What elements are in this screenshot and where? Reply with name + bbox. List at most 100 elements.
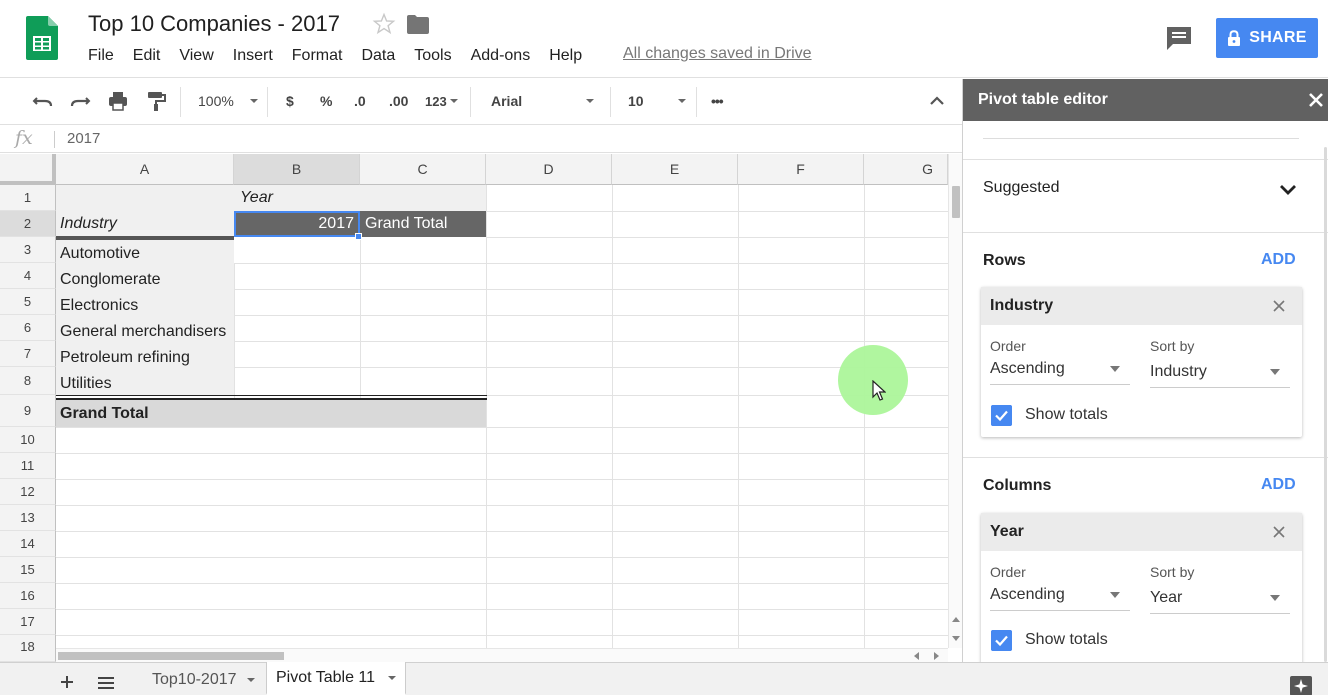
- menu-help[interactable]: Help: [549, 46, 582, 68]
- rows-show-totals-label[interactable]: Show totals: [1025, 406, 1108, 424]
- add-sheet-icon[interactable]: [60, 675, 74, 689]
- row-header[interactable]: 10: [0, 427, 56, 453]
- column-header-a[interactable]: A: [56, 154, 234, 185]
- rows-order-select[interactable]: Ascending: [990, 353, 1130, 385]
- chevron-down-icon[interactable]: [246, 677, 255, 682]
- sheet-tab-pivot-table-11[interactable]: Pivot Table 11: [266, 662, 406, 695]
- menu-view[interactable]: View: [179, 46, 213, 68]
- collapse-toolbar-button[interactable]: [928, 89, 946, 113]
- percent-format-button[interactable]: %: [320, 89, 332, 113]
- menu-format[interactable]: Format: [292, 46, 343, 68]
- row-header[interactable]: 16: [0, 583, 56, 609]
- row-header[interactable]: 2: [0, 211, 56, 237]
- columns-add-button[interactable]: ADD: [1261, 476, 1296, 494]
- decrease-decimals-button[interactable]: .0: [354, 89, 366, 113]
- increase-decimals-button[interactable]: .00: [389, 89, 408, 113]
- row-header[interactable]: 3: [0, 237, 56, 263]
- row-header[interactable]: 12: [0, 479, 56, 505]
- row-header[interactable]: 9: [0, 395, 56, 427]
- column-header-e[interactable]: E: [612, 154, 738, 185]
- rows-sort-by-select[interactable]: Industry: [1150, 356, 1290, 388]
- row-header[interactable]: 11: [0, 453, 56, 479]
- formula-input[interactable]: 2017: [67, 130, 100, 147]
- spreadsheet-grid[interactable]: A B C D E F G 1 2 3 4 5 6 7 8 9 10 11 12…: [0, 154, 948, 662]
- all-sheets-icon[interactable]: [97, 676, 115, 690]
- row-header[interactable]: 13: [0, 505, 56, 531]
- star-icon[interactable]: [372, 12, 396, 36]
- row-header[interactable]: 8: [0, 367, 56, 395]
- row-header[interactable]: 6: [0, 315, 56, 341]
- row-header[interactable]: 18: [0, 635, 56, 662]
- row-header[interactable]: 5: [0, 289, 56, 315]
- cell-a7[interactable]: Petroleum refining: [56, 345, 194, 371]
- remove-field-icon[interactable]: [1272, 299, 1286, 313]
- columns-show-totals-checkbox[interactable]: [991, 630, 1012, 651]
- pivot-editor-scrollbar[interactable]: [1324, 147, 1327, 662]
- row-header[interactable]: 7: [0, 341, 56, 367]
- folder-icon[interactable]: [406, 14, 430, 36]
- horizontal-scroll-thumb[interactable]: [58, 652, 284, 660]
- undo-button[interactable]: [32, 89, 54, 113]
- row-header[interactable]: 4: [0, 263, 56, 289]
- cell-a6[interactable]: General merchandisers: [56, 319, 230, 345]
- explore-button[interactable]: [1290, 676, 1312, 695]
- remove-field-icon[interactable]: [1272, 525, 1286, 539]
- cell-a4[interactable]: Conglomerate: [56, 267, 165, 293]
- redo-button[interactable]: [69, 89, 91, 113]
- columns-show-totals-label[interactable]: Show totals: [1025, 631, 1108, 649]
- column-header-c[interactable]: C: [360, 154, 486, 185]
- font-family-select[interactable]: Arial: [491, 89, 594, 113]
- zoom-select[interactable]: 100%: [198, 89, 258, 113]
- cell-a5[interactable]: Electronics: [56, 293, 142, 319]
- column-header-g[interactable]: G: [864, 154, 948, 185]
- select-all-corner[interactable]: [0, 154, 56, 185]
- menu-data[interactable]: Data: [361, 46, 395, 68]
- chevron-down-icon[interactable]: [1279, 183, 1297, 197]
- saved-status-link[interactable]: All changes saved in Drive: [623, 45, 812, 63]
- column-header-f[interactable]: F: [738, 154, 864, 185]
- suggested-label[interactable]: Suggested: [983, 179, 1060, 197]
- scroll-right-icon[interactable]: [934, 652, 940, 660]
- menu-insert[interactable]: Insert: [233, 46, 273, 68]
- cell-b1[interactable]: Year: [236, 185, 277, 211]
- rows-add-button[interactable]: ADD: [1261, 251, 1296, 269]
- print-button[interactable]: [107, 89, 129, 113]
- menu-tools[interactable]: Tools: [414, 46, 451, 68]
- horizontal-scrollbar[interactable]: [56, 648, 948, 662]
- font-size-select[interactable]: 10: [628, 89, 686, 113]
- cell-a2[interactable]: Industry: [56, 211, 121, 237]
- row-header[interactable]: 1: [0, 185, 56, 211]
- chevron-down-icon[interactable]: [388, 675, 397, 680]
- column-header-b[interactable]: B: [234, 154, 360, 185]
- menu-addons[interactable]: Add-ons: [471, 46, 531, 68]
- column-header-d[interactable]: D: [486, 154, 612, 185]
- row-header[interactable]: 17: [0, 609, 56, 635]
- paint-format-button[interactable]: [145, 89, 167, 113]
- cell-b2-selected[interactable]: 2017: [234, 211, 360, 237]
- scroll-left-icon[interactable]: [913, 652, 919, 660]
- more-options-button[interactable]: •••: [711, 89, 724, 113]
- document-title[interactable]: Top 10 Companies - 2017: [88, 11, 340, 37]
- rows-show-totals-checkbox[interactable]: [991, 405, 1012, 426]
- scroll-up-icon[interactable]: [952, 616, 960, 622]
- columns-sort-by-select[interactable]: Year: [1150, 582, 1290, 614]
- scroll-down-icon[interactable]: [952, 636, 960, 642]
- vertical-scrollbar[interactable]: [948, 154, 962, 648]
- currency-format-button[interactable]: $: [286, 89, 294, 113]
- cell-a3[interactable]: Automotive: [56, 241, 144, 267]
- menu-edit[interactable]: Edit: [133, 46, 161, 68]
- close-icon[interactable]: [1307, 91, 1325, 109]
- comments-icon[interactable]: [1165, 25, 1193, 51]
- cell-c2[interactable]: Grand Total: [361, 211, 451, 237]
- cell-a9[interactable]: Grand Total: [56, 400, 153, 428]
- cell-a8[interactable]: Utilities: [56, 371, 116, 397]
- menu-file[interactable]: File: [88, 46, 114, 68]
- vertical-scroll-thumb[interactable]: [952, 186, 960, 218]
- share-button[interactable]: SHARE: [1216, 18, 1318, 58]
- sheet-tab-top10-2017[interactable]: Top10-2017: [143, 663, 265, 695]
- row-header[interactable]: 15: [0, 557, 56, 583]
- sheets-logo-icon[interactable]: [26, 16, 58, 60]
- row-header[interactable]: 14: [0, 531, 56, 557]
- more-formats-button[interactable]: 123: [425, 89, 458, 113]
- columns-order-select[interactable]: Ascending: [990, 579, 1130, 611]
